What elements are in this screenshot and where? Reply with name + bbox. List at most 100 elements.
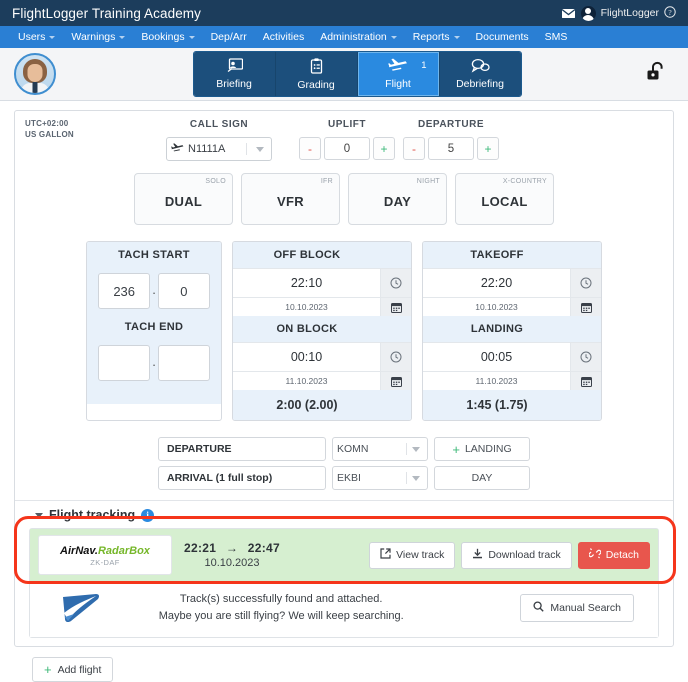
off-block-label: OFF BLOCK [233,242,381,268]
clock-icon[interactable] [571,343,601,371]
manual-search-button[interactable]: Manual Search [520,594,634,623]
add-flight-button[interactable]: + Add flight [32,657,114,682]
tach-end-inputs: . [87,340,221,386]
nav-item-sms[interactable]: SMS [537,26,576,48]
fuel-unit-label: US GALLON [25,129,74,139]
departure-fuel-value[interactable]: 5 [428,137,474,160]
divider [406,443,407,455]
tab-flight[interactable]: 1 Flight [357,52,440,96]
unlink-icon [588,548,602,562]
clock-icon[interactable] [571,269,601,297]
uplift-stepper: - 0 + [299,137,395,160]
airplane-icon [388,58,408,76]
chevron-down-icon[interactable] [35,512,43,518]
flight-type-row: SOLO DUAL IFR VFR NIGHT DAY X-COUNTRY LO… [15,173,673,225]
calendar-icon[interactable] [571,372,601,390]
flight-type-vfr-ifr[interactable]: IFR VFR [241,173,340,225]
nav-item-documents[interactable]: Documents [468,26,537,48]
off-block-time[interactable]: 22:10 [233,269,381,297]
uplift-label: UPLIFT [328,119,366,130]
track-times: 22:21 → 22:47 10.10.2023 [182,541,280,569]
on-block-time[interactable]: 00:10 [233,343,381,371]
type-main-label: DUAL [164,193,203,209]
landing-day-button[interactable]: DAY [434,466,530,490]
flight-tracking-title: Flight tracking [49,508,136,522]
uplift-increase-button[interactable]: + [373,137,395,160]
content-area: UTC+02:00 US GALLON CALL SIGN N1111A UPL… [0,101,688,682]
student-avatar[interactable] [14,53,56,95]
tach-footer-spacer [87,386,221,404]
info-icon[interactable]: i [141,508,155,522]
user-name[interactable]: FlightLogger [601,7,659,19]
uplift-decrease-button[interactable]: - [299,137,321,160]
tach-start-inputs: 236 . 0 [87,268,221,314]
envelope-icon[interactable] [560,7,576,19]
detach-track-button[interactable]: Detach [577,541,650,569]
tach-start-whole-input[interactable]: 236 [98,273,151,309]
divider [246,143,247,155]
nav-item-dep-arr[interactable]: Dep/Arr [203,26,255,48]
tach-end-whole-input[interactable] [98,345,151,381]
add-landing-button[interactable]: + LANDING [434,437,530,461]
arrival-airport-select[interactable]: EKBI [332,466,428,490]
track-provider: AirNav.RadarBox ZK-DAF [38,535,172,575]
departure-fuel-decrease-button[interactable]: - [403,137,425,160]
chevron-down-icon [412,446,420,452]
takeoff-time[interactable]: 22:20 [423,269,571,297]
flight-type-local-xcountry[interactable]: X-COUNTRY LOCAL [455,173,554,225]
unlock-icon[interactable] [646,61,666,87]
tab-briefing[interactable]: Briefing [193,52,276,96]
plus-icon: + [44,662,52,678]
nav-item-bookings[interactable]: Bookings [133,26,202,48]
takeoff-date[interactable]: 10.10.2023 [423,298,571,316]
chevron-down-icon [49,35,56,39]
nav-item-warnings[interactable]: Warnings [63,26,133,48]
divider [406,472,407,484]
chevron-down-icon [119,35,126,39]
departure-airport-select[interactable]: KOMN [332,437,428,461]
tab-grading[interactable]: Grading [275,52,358,96]
tab-debriefing[interactable]: Debriefing [439,52,521,96]
landing-date[interactable]: 11.10.2023 [423,372,571,390]
departure-fuel-increase-button[interactable]: + [477,137,499,160]
nav-item-reports[interactable]: Reports [405,26,468,48]
callsign-group: CALL SIGN N1111A [143,119,295,161]
arrival-row: ARRIVAL (1 full stop) EKBI DAY [158,466,530,490]
question-circle-icon[interactable]: ? [664,5,676,21]
landing-time[interactable]: 00:05 [423,343,571,371]
callsign-value: N1111A [188,143,226,155]
download-track-button[interactable]: Download track [461,541,572,569]
status-line-1: Track(s) successfully found and attached… [179,593,383,605]
provider-logo-airnav: AirNav. [60,545,98,557]
calendar-icon[interactable] [381,298,411,316]
uplift-value[interactable]: 0 [324,137,370,160]
flight-type-dual-solo[interactable]: SOLO DUAL [134,173,233,225]
timezone-label: UTC+02:00 [25,119,69,128]
nav-label: Dep/Arr [210,31,247,43]
chevron-down-icon [390,35,397,39]
download-icon [472,548,483,562]
tach-end-fraction-input[interactable] [157,345,210,381]
departure-fuel-label: DEPARTURE [418,119,484,130]
add-landing-label: LANDING [464,443,512,455]
callsign-select[interactable]: N1111A [166,137,272,161]
off-block-date[interactable]: 10.10.2023 [233,298,381,316]
avatar[interactable] [580,5,596,21]
flight-tracking-header[interactable]: Flight tracking i [15,500,673,528]
flight-type-day-night[interactable]: NIGHT DAY [348,173,447,225]
nav-item-activities[interactable]: Activities [255,26,312,48]
top-bar-right: FlightLogger ? [560,5,676,21]
section-tabs: Briefing Grading 1 Flight Debriefing [192,51,522,97]
attached-track-row: AirNav.RadarBox ZK-DAF 22:21 → 22:47 10.… [30,529,658,581]
clock-icon[interactable] [381,343,411,371]
nav-item-administration[interactable]: Administration [312,26,405,48]
clock-icon[interactable] [381,269,411,297]
calendar-icon[interactable] [571,298,601,316]
speech-bubbles-icon [471,58,490,76]
tach-start-fraction-input[interactable]: 0 [157,273,210,309]
nav-item-users[interactable]: Users [10,26,63,48]
view-track-button[interactable]: View track [369,541,456,569]
on-block-date[interactable]: 11.10.2023 [233,372,381,390]
calendar-icon[interactable] [381,372,411,390]
footer-spacer [381,390,411,420]
